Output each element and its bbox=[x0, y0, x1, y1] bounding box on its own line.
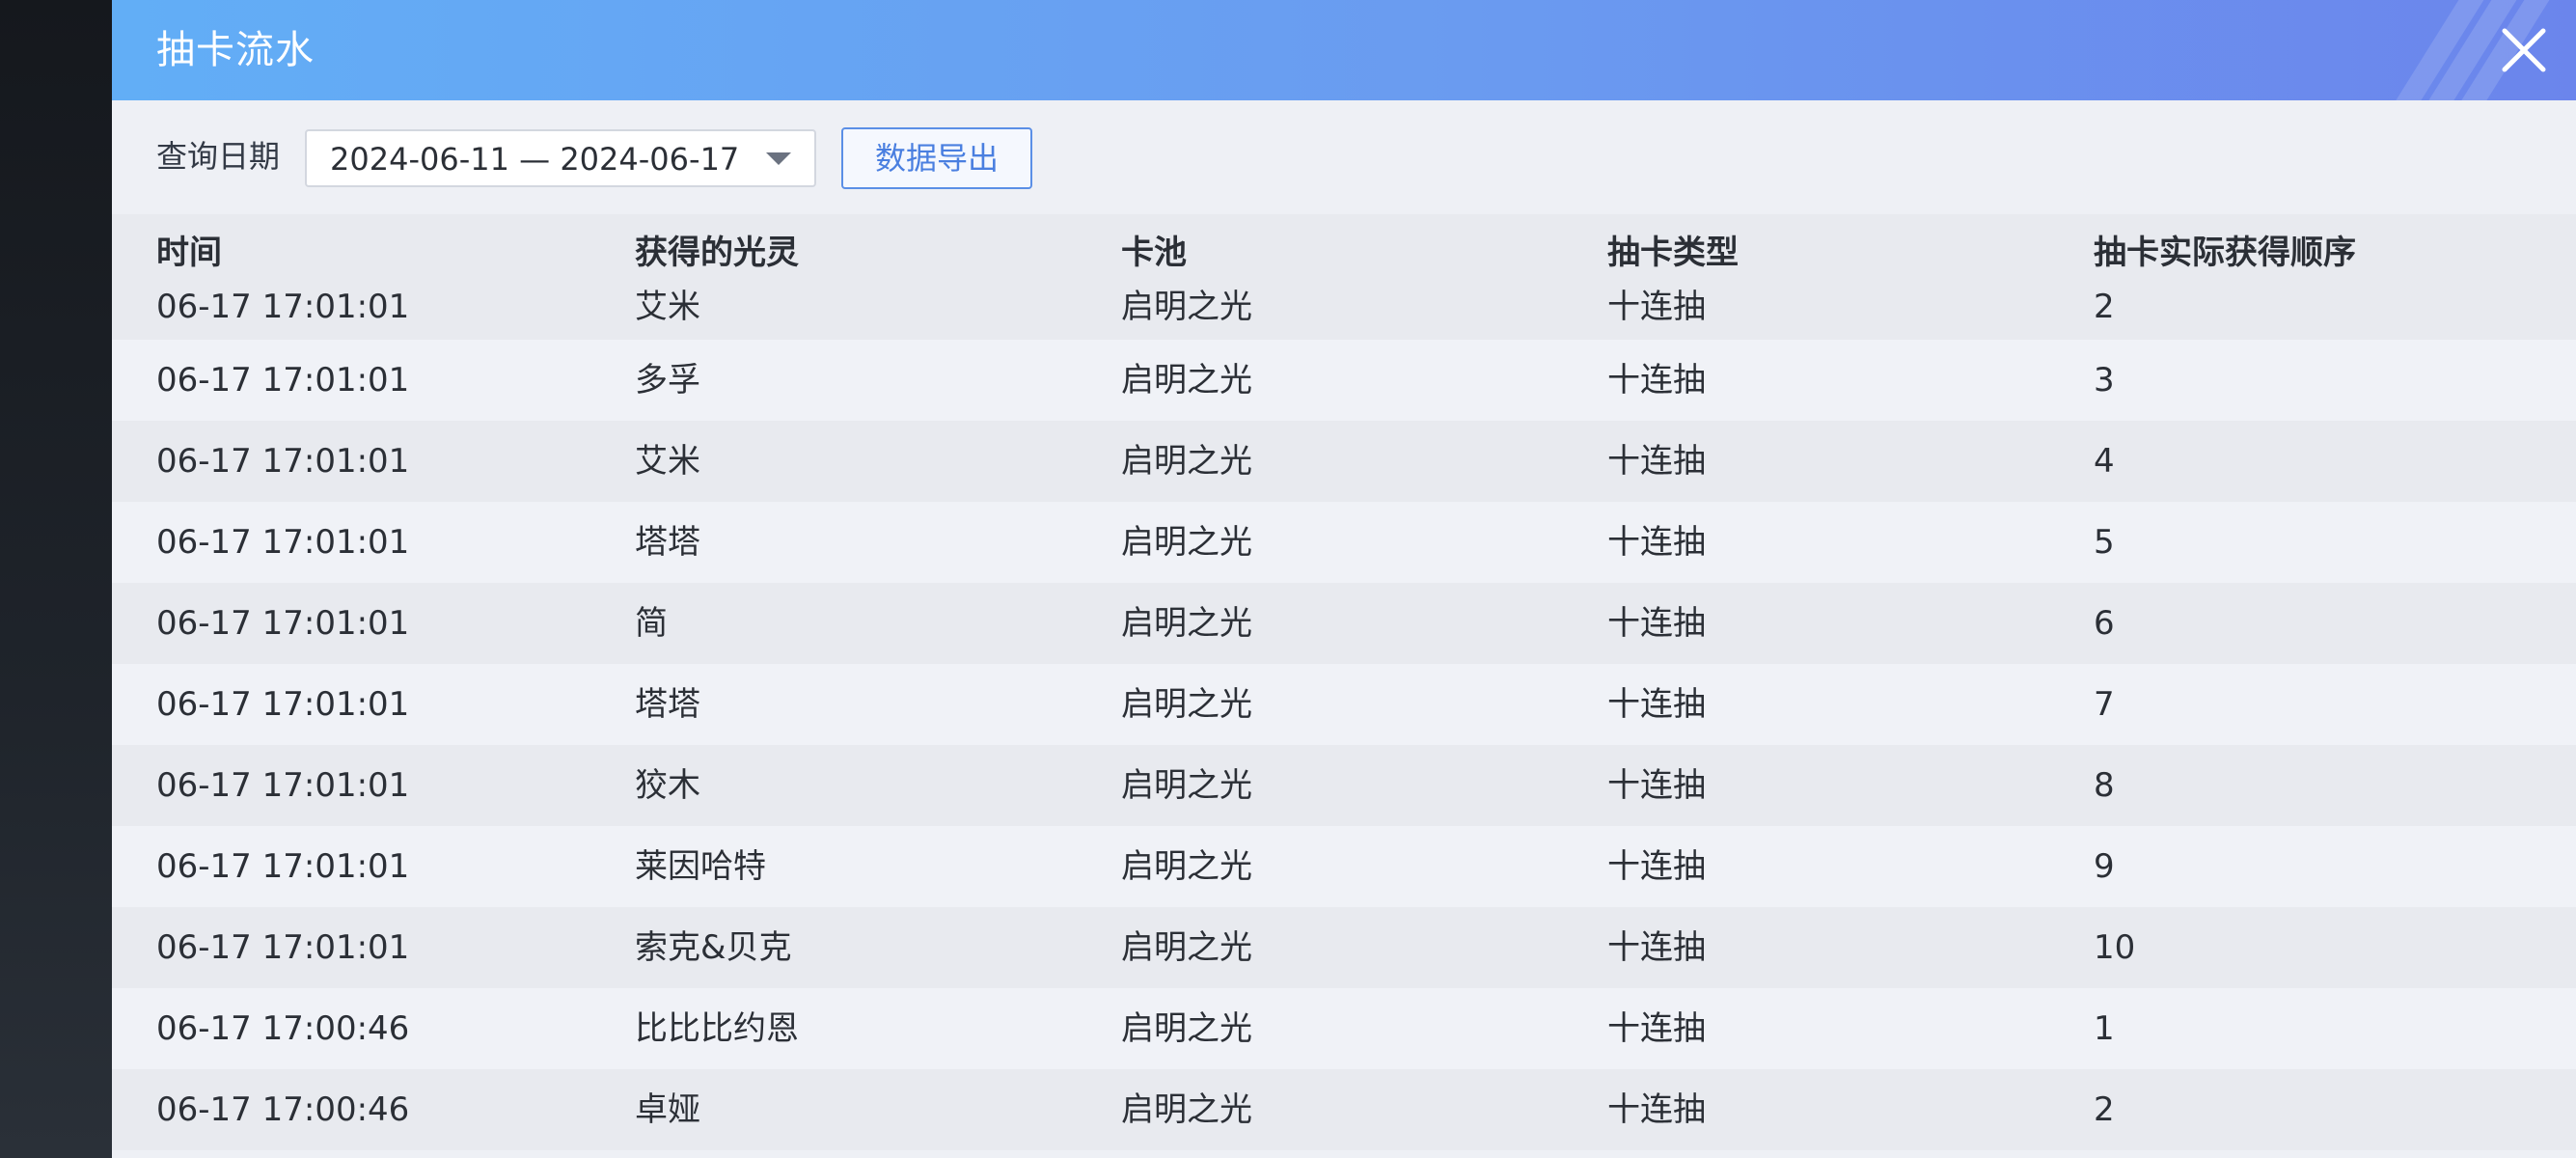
cell-order: 8 bbox=[2094, 766, 2115, 805]
cell-pool: 启明之光 bbox=[1121, 288, 1252, 326]
cell-draw-type: 十连抽 bbox=[1607, 766, 1706, 805]
table-row: 06-17 17:00:46 卓娅 启明之光 十连抽 2 bbox=[112, 1069, 2576, 1150]
cell-spirit: 比比比约恩 bbox=[635, 1009, 799, 1048]
draw-history-dialog: 抽卡流水 查询日期 2024-06-11 — 2024-06-17 数据导出 时… bbox=[112, 0, 2576, 1158]
cell-spirit: 狡木 bbox=[635, 766, 700, 805]
cell-spirit: 索克&贝克 bbox=[635, 928, 792, 967]
cell-time: 06-17 17:00:46 bbox=[156, 1090, 410, 1129]
export-data-button[interactable]: 数据导出 bbox=[841, 127, 1032, 189]
cell-pool: 启明之光 bbox=[1121, 523, 1252, 562]
column-header-time: 时间 bbox=[156, 234, 222, 272]
draw-history-table: 时间 获得的光灵 卡池 抽卡类型 抽卡实际获得顺序 06-17 17:01:01… bbox=[112, 214, 2576, 1150]
column-header-pool: 卡池 bbox=[1121, 234, 1187, 272]
cell-order: 6 bbox=[2094, 604, 2115, 643]
cell-time: 06-17 17:01:01 bbox=[156, 766, 410, 805]
table-row: 06-17 17:01:01 艾米 启明之光 十连抽 4 bbox=[112, 421, 2576, 502]
cell-order: 10 bbox=[2094, 928, 2136, 967]
column-header-order: 抽卡实际获得顺序 bbox=[2094, 234, 2356, 272]
cell-pool: 启明之光 bbox=[1121, 604, 1252, 643]
cell-time: 06-17 17:01:01 bbox=[156, 847, 410, 886]
cell-spirit: 艾米 bbox=[635, 442, 700, 481]
date-label: 查询日期 bbox=[156, 138, 281, 175]
column-header-spirit: 获得的光灵 bbox=[635, 234, 799, 272]
cell-pool: 启明之光 bbox=[1121, 1009, 1252, 1048]
cell-time: 06-17 17:01:01 bbox=[156, 604, 410, 643]
cell-time: 06-17 17:01:01 bbox=[156, 288, 410, 326]
cell-spirit: 简 bbox=[635, 604, 668, 643]
cell-draw-type: 十连抽 bbox=[1607, 1009, 1706, 1048]
cell-draw-type: 十连抽 bbox=[1607, 928, 1706, 967]
cell-time: 06-17 17:01:01 bbox=[156, 928, 410, 967]
table-row: 06-17 17:01:01 多孚 启明之光 十连抽 3 bbox=[112, 340, 2576, 421]
table-row: 06-17 17:00:46 比比比约恩 启明之光 十连抽 1 bbox=[112, 988, 2576, 1069]
cell-draw-type: 十连抽 bbox=[1607, 288, 1706, 326]
date-range-select[interactable]: 2024-06-11 — 2024-06-17 bbox=[305, 129, 816, 187]
cell-pool: 启明之光 bbox=[1121, 847, 1252, 886]
cell-order: 9 bbox=[2094, 847, 2115, 886]
table-row: 06-17 17:01:01 索克&贝克 启明之光 十连抽 10 bbox=[112, 907, 2576, 988]
cell-draw-type: 十连抽 bbox=[1607, 847, 1706, 886]
cell-spirit: 卓娅 bbox=[635, 1090, 700, 1129]
cell-spirit: 多孚 bbox=[635, 361, 700, 400]
cell-pool: 启明之光 bbox=[1121, 766, 1252, 805]
cell-pool: 启明之光 bbox=[1121, 685, 1252, 724]
table-row: 06-17 17:01:01 莱因哈特 启明之光 十连抽 9 bbox=[112, 826, 2576, 907]
cell-spirit: 艾米 bbox=[635, 288, 700, 326]
filter-bar: 查询日期 2024-06-11 — 2024-06-17 数据导出 bbox=[112, 100, 2576, 214]
cell-order: 2 bbox=[2094, 288, 2115, 326]
table-row: 06-17 17:01:01 简 启明之光 十连抽 6 bbox=[112, 583, 2576, 664]
cell-order: 4 bbox=[2094, 442, 2115, 481]
cell-draw-type: 十连抽 bbox=[1607, 442, 1706, 481]
cell-pool: 启明之光 bbox=[1121, 442, 1252, 481]
cell-order: 7 bbox=[2094, 685, 2115, 724]
cell-order: 3 bbox=[2094, 361, 2115, 400]
cell-draw-type: 十连抽 bbox=[1607, 1090, 1706, 1129]
cell-draw-type: 十连抽 bbox=[1607, 685, 1706, 724]
cell-order: 2 bbox=[2094, 1090, 2115, 1129]
cell-time: 06-17 17:01:01 bbox=[156, 361, 410, 400]
date-range-value: 2024-06-11 — 2024-06-17 bbox=[330, 141, 740, 178]
cell-pool: 启明之光 bbox=[1121, 361, 1252, 400]
cell-pool: 启明之光 bbox=[1121, 1090, 1252, 1129]
cell-spirit: 塔塔 bbox=[635, 685, 700, 724]
cell-draw-type: 十连抽 bbox=[1607, 523, 1706, 562]
dialog-header: 抽卡流水 bbox=[112, 0, 2576, 100]
cell-draw-type: 十连抽 bbox=[1607, 361, 1706, 400]
table-body: 06-17 17:01:01 艾米 启明之光 十连抽 2 06-17 17:01:01 多孚… bbox=[112, 282, 2576, 1150]
table-header: 时间 获得的光灵 卡池 抽卡类型 抽卡实际获得顺序 bbox=[112, 214, 2576, 282]
table-row: 06-17 17:01:01 艾米 启明之光 十连抽 2 bbox=[112, 282, 2576, 340]
table-row: 06-17 17:01:01 塔塔 启明之光 十连抽 5 bbox=[112, 502, 2576, 583]
dialog-title: 抽卡流水 bbox=[156, 28, 315, 72]
close-button[interactable] bbox=[2497, 23, 2551, 77]
chevron-down-icon bbox=[766, 152, 791, 165]
cell-time: 06-17 17:01:01 bbox=[156, 442, 410, 481]
cell-draw-type: 十连抽 bbox=[1607, 604, 1706, 643]
cell-pool: 启明之光 bbox=[1121, 928, 1252, 967]
cell-spirit: 莱因哈特 bbox=[635, 847, 766, 886]
cell-time: 06-17 17:01:01 bbox=[156, 523, 410, 562]
table-row: 06-17 17:01:01 塔塔 启明之光 十连抽 7 bbox=[112, 664, 2576, 745]
cell-spirit: 塔塔 bbox=[635, 523, 700, 562]
column-header-draw-type: 抽卡类型 bbox=[1607, 234, 1739, 272]
cell-order: 1 bbox=[2094, 1009, 2115, 1048]
cell-time: 06-17 17:00:46 bbox=[156, 1009, 410, 1048]
cell-time: 06-17 17:01:01 bbox=[156, 685, 410, 724]
cell-order: 5 bbox=[2094, 523, 2115, 562]
close-icon bbox=[2502, 28, 2546, 72]
table-row: 06-17 17:01:01 狡木 启明之光 十连抽 8 bbox=[112, 745, 2576, 826]
